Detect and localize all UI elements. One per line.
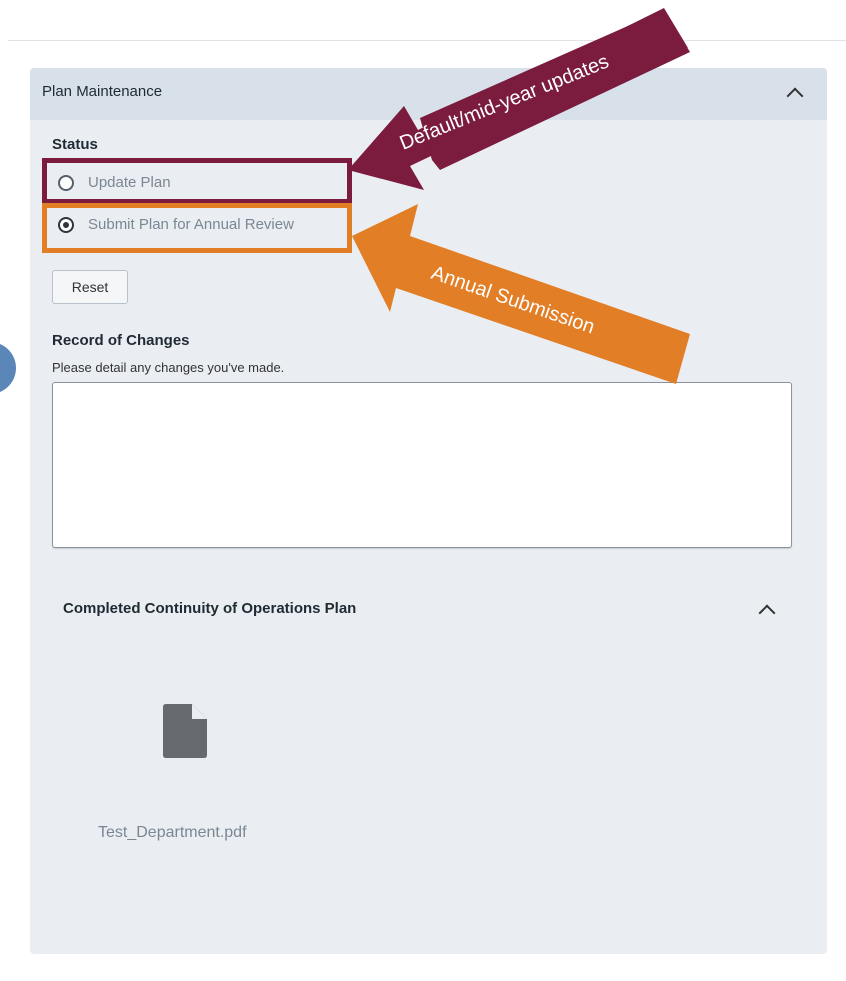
orange-callout-arrow: Annual Submission: [352, 204, 690, 384]
maroon-callout-arrow: Default/mid-year updates: [348, 8, 690, 190]
callout-arrows: Default/mid-year updates Annual Submissi…: [348, 8, 690, 384]
